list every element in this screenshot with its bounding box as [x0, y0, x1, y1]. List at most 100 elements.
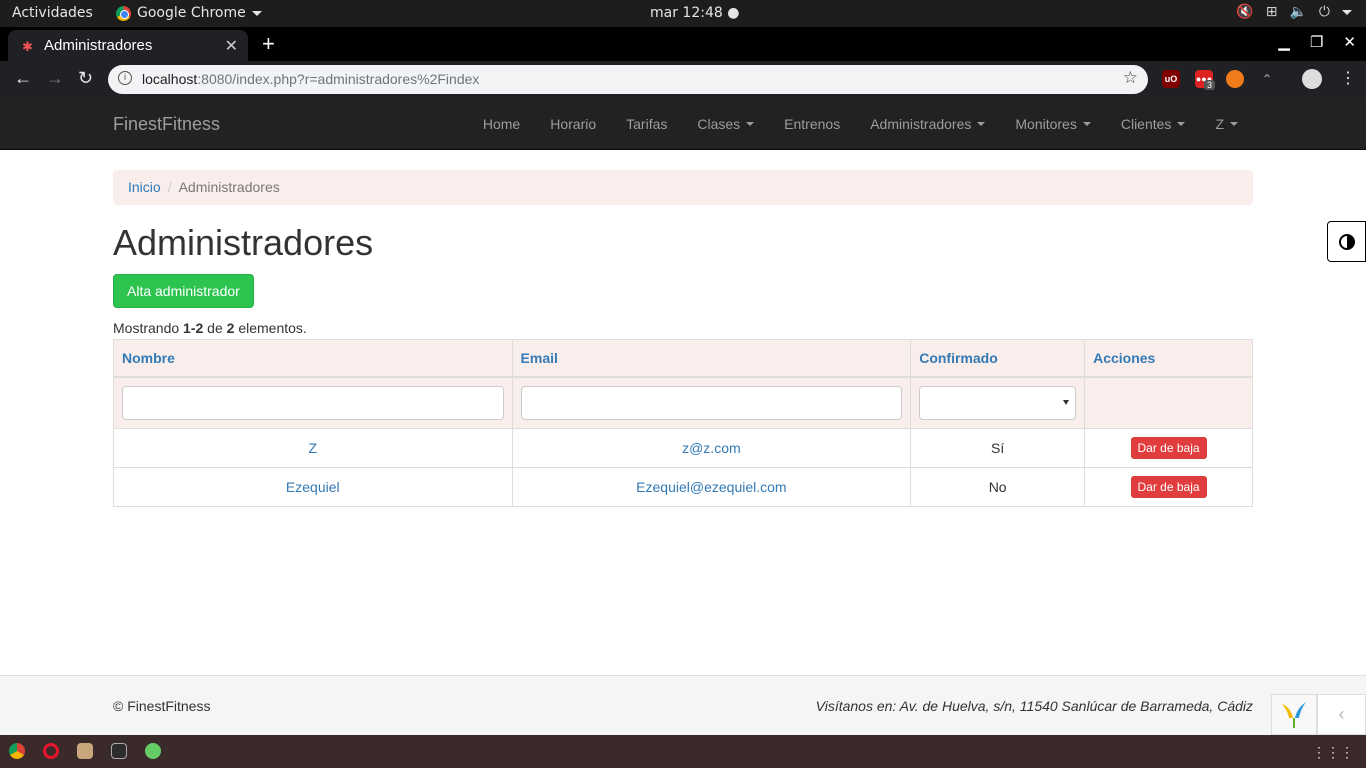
tab-strip: ✱ Administradores ✕	[0, 27, 1366, 61]
address-bar[interactable]: i localhost:8080/index.php?r=administrad…	[108, 65, 1148, 94]
mic-muted-icon[interactable]: 🔇	[1236, 4, 1253, 20]
footer-address: Visítanos en: Av. de Huelva, s/n, 11540 …	[815, 698, 1253, 714]
terminal-taskbar-icon[interactable]	[111, 743, 127, 759]
nav-item-entrenos[interactable]: Entrenos	[769, 98, 855, 150]
ublock-icon[interactable]: uO	[1162, 70, 1180, 88]
system-tray[interactable]: 🔇 ⊞ 🔈 ⏻	[1236, 4, 1352, 20]
volume-icon[interactable]: 🔈	[1289, 4, 1306, 20]
app-taskbar-icon[interactable]	[145, 743, 161, 759]
actions-cell: Dar de baja	[1084, 428, 1253, 468]
yii-logo-icon	[1282, 701, 1306, 728]
app-menu[interactable]: Google Chrome	[116, 5, 262, 21]
footer-copyright: © FinestFitness	[113, 698, 211, 714]
chevron-left-icon: ‹	[1338, 704, 1345, 724]
site-brand[interactable]: FinestFitness	[113, 114, 220, 135]
tab-title: Administradores	[44, 37, 153, 54]
grid-summary: Mostrando 1-2 de 2 elementos.	[113, 320, 307, 336]
add-admin-button[interactable]: Alta administrador	[113, 274, 254, 308]
power-icon[interactable]: ⏻	[1319, 4, 1330, 20]
nav-item-label: Clientes	[1120, 116, 1172, 132]
nav-item-label: Horario	[550, 116, 597, 132]
chrome-taskbar-icon[interactable]	[9, 743, 25, 759]
close-tab-icon[interactable]: ✕	[225, 36, 238, 56]
os-taskbar: ⋮⋮⋮	[0, 735, 1366, 768]
nombre-cell: Z	[113, 428, 513, 468]
nav-item-tarifas[interactable]: Tarifas	[611, 98, 682, 150]
email-link[interactable]: Ezequiel@ezequiel.com	[636, 479, 786, 495]
email-filter-input[interactable]	[520, 385, 903, 420]
nav-item-clases[interactable]: Clases	[682, 98, 769, 150]
maximize-icon[interactable]: ❐	[1310, 33, 1323, 51]
url-text[interactable]: localhost:8080/index.php?r=administrador…	[142, 71, 479, 87]
extension-orange-icon[interactable]	[1226, 70, 1244, 88]
nav-menu: Home Horario Tarifas Clases Entrenos Administ…	[468, 98, 1253, 150]
nav-item-label: Monitores	[1015, 116, 1077, 132]
nombre-filter-input[interactable]	[122, 385, 504, 420]
contrast-toggle-button[interactable]	[1327, 221, 1366, 262]
sort-confirmado-link[interactable]: Confirmado	[919, 350, 998, 366]
nav-item-label: Z	[1215, 116, 1224, 132]
dar-de-baja-button[interactable]: Dar de baja	[1130, 476, 1207, 498]
extension-gray-icon[interactable]: ⌃	[1258, 70, 1276, 88]
close-window-icon[interactable]: ✕	[1343, 33, 1356, 51]
nav-item-home[interactable]: Home	[468, 98, 535, 150]
email-cell: z@z.com	[511, 428, 912, 468]
nav-item-clientes[interactable]: Clientes	[1106, 98, 1201, 150]
column-header[interactable]: Nombre	[113, 339, 513, 378]
email-link[interactable]: z@z.com	[682, 440, 741, 456]
info-icon[interactable]: i	[118, 71, 132, 85]
contrast-icon	[1338, 233, 1355, 250]
nombre-link[interactable]: Z	[308, 440, 317, 456]
yii-debug-logo[interactable]	[1271, 694, 1317, 735]
profile-avatar[interactable]	[1302, 69, 1322, 89]
browser-tab[interactable]: ✱ Administradores ✕	[8, 30, 248, 61]
confirmado-cell: Sí	[910, 428, 1086, 468]
clock[interactable]: mar 12:48 ●	[650, 5, 739, 21]
column-header[interactable]: Confirmado	[910, 339, 1086, 378]
nav-item-administradores[interactable]: Administradores	[855, 98, 1000, 150]
minimize-icon[interactable]: ▁	[1278, 33, 1290, 51]
column-header[interactable]: Email	[511, 339, 912, 378]
favicon-icon: ✱	[22, 39, 33, 54]
chevron-down-icon[interactable]	[1342, 9, 1352, 15]
dar-de-baja-button[interactable]: Dar de baja	[1130, 437, 1207, 459]
actions-cell: Dar de baja	[1084, 467, 1253, 507]
reload-icon[interactable]: ↻	[78, 68, 93, 89]
back-arrow-icon[interactable]: ←	[14, 68, 32, 89]
nav-item-monitores[interactable]: Monitores	[1000, 98, 1105, 150]
breadcrumb-home-link[interactable]: Inicio	[128, 179, 161, 195]
site-navbar: FinestFitness Home Horario Tarifas Clases En…	[0, 98, 1366, 150]
menu-kebab-icon[interactable]: ⋮	[1340, 68, 1356, 88]
page-title: Administradores	[113, 222, 374, 263]
filter-cell	[1084, 376, 1253, 429]
table-header-row: Nombre Email Confirmado Acciones	[113, 339, 1253, 378]
bookmark-star-icon[interactable]: ☆	[1123, 68, 1138, 88]
os-top-bar: Actividades Google Chrome mar 12:48 ● 🔇 …	[0, 0, 1366, 27]
nav-item-z[interactable]: Z	[1200, 98, 1253, 150]
table-row: Ezequiel Ezequiel@ezequiel.com No Dar de ba…	[113, 467, 1253, 507]
sort-email-link[interactable]: Email	[521, 350, 558, 366]
yii-toolbar-toggle[interactable]: ‹	[1317, 694, 1366, 735]
new-tab-icon[interactable]: +	[262, 31, 275, 57]
nav-item-label: Administradores	[870, 116, 972, 132]
window-controls: ▁ ❐ ✕	[1278, 33, 1356, 51]
opera-taskbar-icon[interactable]	[43, 743, 59, 759]
breadcrumb-separator: /	[167, 179, 172, 195]
nombre-link[interactable]: Ezequiel	[286, 479, 340, 495]
network-icon[interactable]: ⊞	[1266, 4, 1278, 20]
show-apps-icon[interactable]: ⋮⋮⋮	[1312, 744, 1354, 761]
select-arrow-icon	[1063, 399, 1070, 405]
activities-button[interactable]: Actividades	[12, 5, 93, 21]
files-taskbar-icon[interactable]	[77, 743, 93, 759]
caret-down-icon	[1082, 122, 1091, 126]
sort-nombre-link[interactable]: Nombre	[122, 350, 175, 366]
acciones-header: Acciones	[1093, 349, 1156, 366]
confirmado-filter-select[interactable]	[919, 385, 1077, 420]
browser-toolbar: ← → ↻ i localhost:8080/index.php?r=admin…	[0, 61, 1366, 98]
caret-down-icon	[746, 122, 755, 126]
nav-item-horario[interactable]: Horario	[535, 98, 611, 150]
nav-item-label: Entrenos	[784, 116, 841, 132]
email-cell: Ezequiel@ezequiel.com	[511, 467, 912, 507]
nav-item-label: Tarifas	[626, 116, 668, 132]
forward-arrow-icon[interactable]: →	[46, 68, 64, 89]
